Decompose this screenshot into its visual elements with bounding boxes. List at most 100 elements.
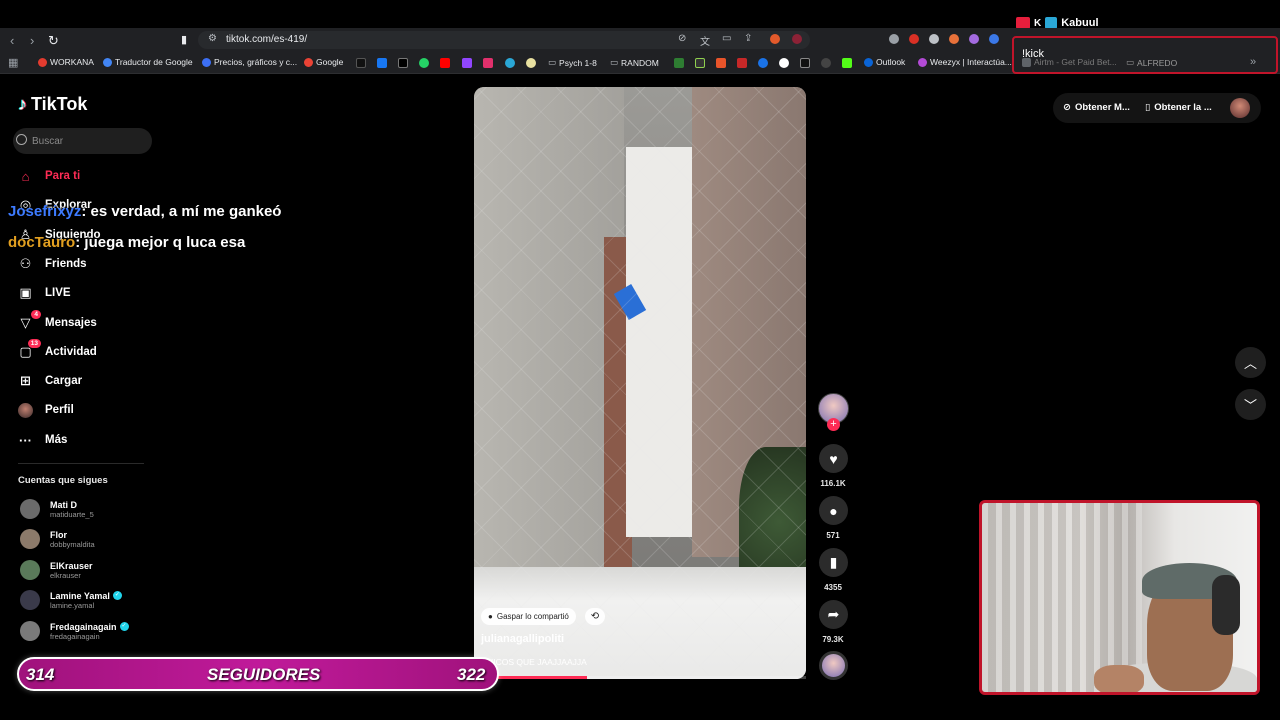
bookmark-icon[interactable]: ▮ (181, 33, 187, 46)
sidebar-item-friends[interactable]: ⚇ Friends (18, 254, 87, 274)
sidebar-item-para-ti[interactable]: ⌂ Para ti (18, 166, 81, 186)
safety-net (474, 87, 806, 679)
bookmark-save-icon: ▮ (829, 554, 838, 570)
streamer-hand (1094, 665, 1144, 692)
phone-icon: ▯ (1145, 102, 1151, 113)
video-player[interactable] (474, 87, 806, 679)
facebook-icon[interactable] (377, 58, 387, 68)
save-count: 4355 (824, 583, 842, 592)
avatar (20, 590, 40, 610)
get-coins-button[interactable]: ⊘ Obtener M... (1063, 102, 1130, 113)
like-button[interactable]: ♥ (819, 444, 848, 473)
chevron-down-icon: ﹀ (1243, 398, 1257, 413)
sidebar-item-perfil[interactable]: Perfil (18, 400, 74, 420)
share-icon[interactable]: ⇪ (744, 33, 752, 44)
sidebar-item-mensajes[interactable]: ▽ 4 Mensajes (18, 309, 97, 333)
sidebar-item-cargar[interactable]: ⊞ Cargar (18, 371, 82, 391)
shared-by-pill[interactable]: ● Gaspar lo compartió (481, 608, 576, 625)
following-accounts-title: Cuentas que sigues (18, 475, 108, 486)
tiktok-bm-icon[interactable] (356, 58, 366, 68)
follower-current: 314 (26, 665, 55, 684)
comment-button[interactable]: ● (819, 496, 848, 525)
share-button[interactable]: ➦ (819, 600, 848, 629)
bookmark-icon-i[interactable] (800, 58, 810, 68)
bookmark-outlook[interactable]: Outlook (864, 57, 905, 67)
previous-video-button[interactable]: ︿ (1235, 347, 1266, 378)
following-item-mati-d[interactable]: Mati D matiduarte_5 (20, 499, 94, 519)
tiktok-logo[interactable]: ♪ TikTok (18, 94, 87, 115)
brave-shield-icon[interactable] (770, 34, 780, 44)
bookmark-workana[interactable]: WORKANA (38, 57, 94, 67)
x-icon[interactable] (398, 58, 408, 68)
bookmark-prices[interactable]: Precios, gráficos y c... (202, 57, 297, 67)
user-avatar[interactable] (1230, 98, 1250, 118)
repost-icon[interactable]: ⟲ (585, 608, 605, 625)
follower-goal: 322 (457, 665, 486, 684)
following-item-elkrauser[interactable]: ElKrauser elkrauser (20, 560, 93, 580)
sidebar-item-mas[interactable]: ··· Más (18, 430, 67, 450)
following-item-flor[interactable]: Flor dobbymaldita (20, 529, 95, 549)
kick-overlay-frame (1012, 36, 1278, 74)
bookmark-folder-psych[interactable]: ▭ Psych 1-8 (548, 57, 597, 68)
bookmark-icon-f[interactable] (737, 58, 747, 68)
extension-icon-1[interactable] (889, 34, 899, 44)
bookmark-icon-c[interactable] (674, 58, 684, 68)
forward-icon[interactable]: › (30, 33, 34, 48)
no-tracking-icon[interactable]: ⊘ (678, 33, 686, 44)
back-icon[interactable]: ‹ (10, 33, 14, 48)
bookmark-icon-e[interactable] (716, 58, 726, 68)
webcam-overlay (979, 500, 1260, 695)
more-icon: ··· (19, 432, 32, 448)
sidebar-item-actividad[interactable]: ▢ 13 Actividad (18, 338, 97, 362)
bookmark-icon-b[interactable] (526, 58, 536, 68)
whatsapp-icon[interactable] (419, 58, 429, 68)
apps-grid-icon[interactable]: ▦ (8, 56, 18, 69)
following-item-lamine-yamal[interactable]: Lamine Yamal ✓ lamine.yamal (20, 590, 122, 610)
chat-username: Josefrixyz (8, 203, 82, 220)
instagram-icon[interactable] (483, 58, 493, 68)
avatar (20, 499, 40, 519)
url-text[interactable]: tiktok.com/es-419/ (226, 34, 307, 45)
extension-icon-6[interactable] (989, 34, 999, 44)
messages-icon: ▽ 4 (18, 309, 41, 331)
get-app-button[interactable]: ▯ Obtener la ... (1145, 102, 1212, 113)
bookmark-folder-random[interactable]: ▭ RANDOM (610, 57, 659, 68)
folder-icon: ▭ (548, 57, 557, 67)
video-progress-bar[interactable] (474, 676, 806, 679)
extension-icon-3[interactable] (929, 34, 939, 44)
music-disc-icon[interactable] (819, 651, 848, 680)
save-button[interactable]: ▮ (819, 548, 848, 577)
bookmark-icon-g[interactable] (758, 58, 768, 68)
bookmark-icon-h[interactable] (779, 58, 789, 68)
avatar (20, 621, 40, 641)
translate-icon[interactable]: 文 (700, 33, 710, 48)
cast-icon[interactable]: ▭ (722, 33, 731, 44)
twitch-icon[interactable] (462, 58, 472, 68)
follow-plus-button[interactable]: + (827, 418, 840, 431)
extension-icon-5[interactable] (969, 34, 979, 44)
chat-message: docTauro: juega mejor q luca esa (8, 234, 245, 251)
bookmark-google[interactable]: Google (304, 57, 343, 67)
extension-icon-4[interactable] (949, 34, 959, 44)
search-placeholder: Buscar (32, 136, 64, 147)
kick-bm-icon[interactable] (842, 58, 852, 68)
kick-command-label: !kick (1022, 48, 1044, 60)
tiktok-note-icon: ♪ (18, 94, 27, 114)
profile-icon (18, 402, 33, 418)
user-icon: ● (488, 612, 493, 621)
video-username[interactable]: julianagallipoliti (481, 633, 564, 645)
bookmark-weezyx[interactable]: Weezyx | Interactúa... (918, 57, 1012, 67)
bookmark-translator[interactable]: Traductor de Google (103, 57, 193, 67)
google-icon (304, 57, 313, 67)
next-video-button[interactable]: ﹀ (1235, 389, 1266, 420)
following-item-fredagainagain[interactable]: Fredagainagain ✓ fredagainagain (20, 621, 129, 641)
bookmark-icon-a[interactable] (505, 58, 515, 68)
rewards-icon[interactable] (792, 34, 802, 44)
bookmark-icon-j[interactable] (821, 58, 831, 68)
extension-icon-2[interactable] (909, 34, 919, 44)
youtube-icon[interactable] (440, 58, 450, 68)
bookmark-icon-d[interactable] (695, 58, 705, 68)
site-info-icon[interactable]: ⚙ (208, 33, 217, 44)
reload-icon[interactable]: ↻ (48, 33, 59, 49)
sidebar-item-live[interactable]: ▣ LIVE (18, 283, 70, 303)
